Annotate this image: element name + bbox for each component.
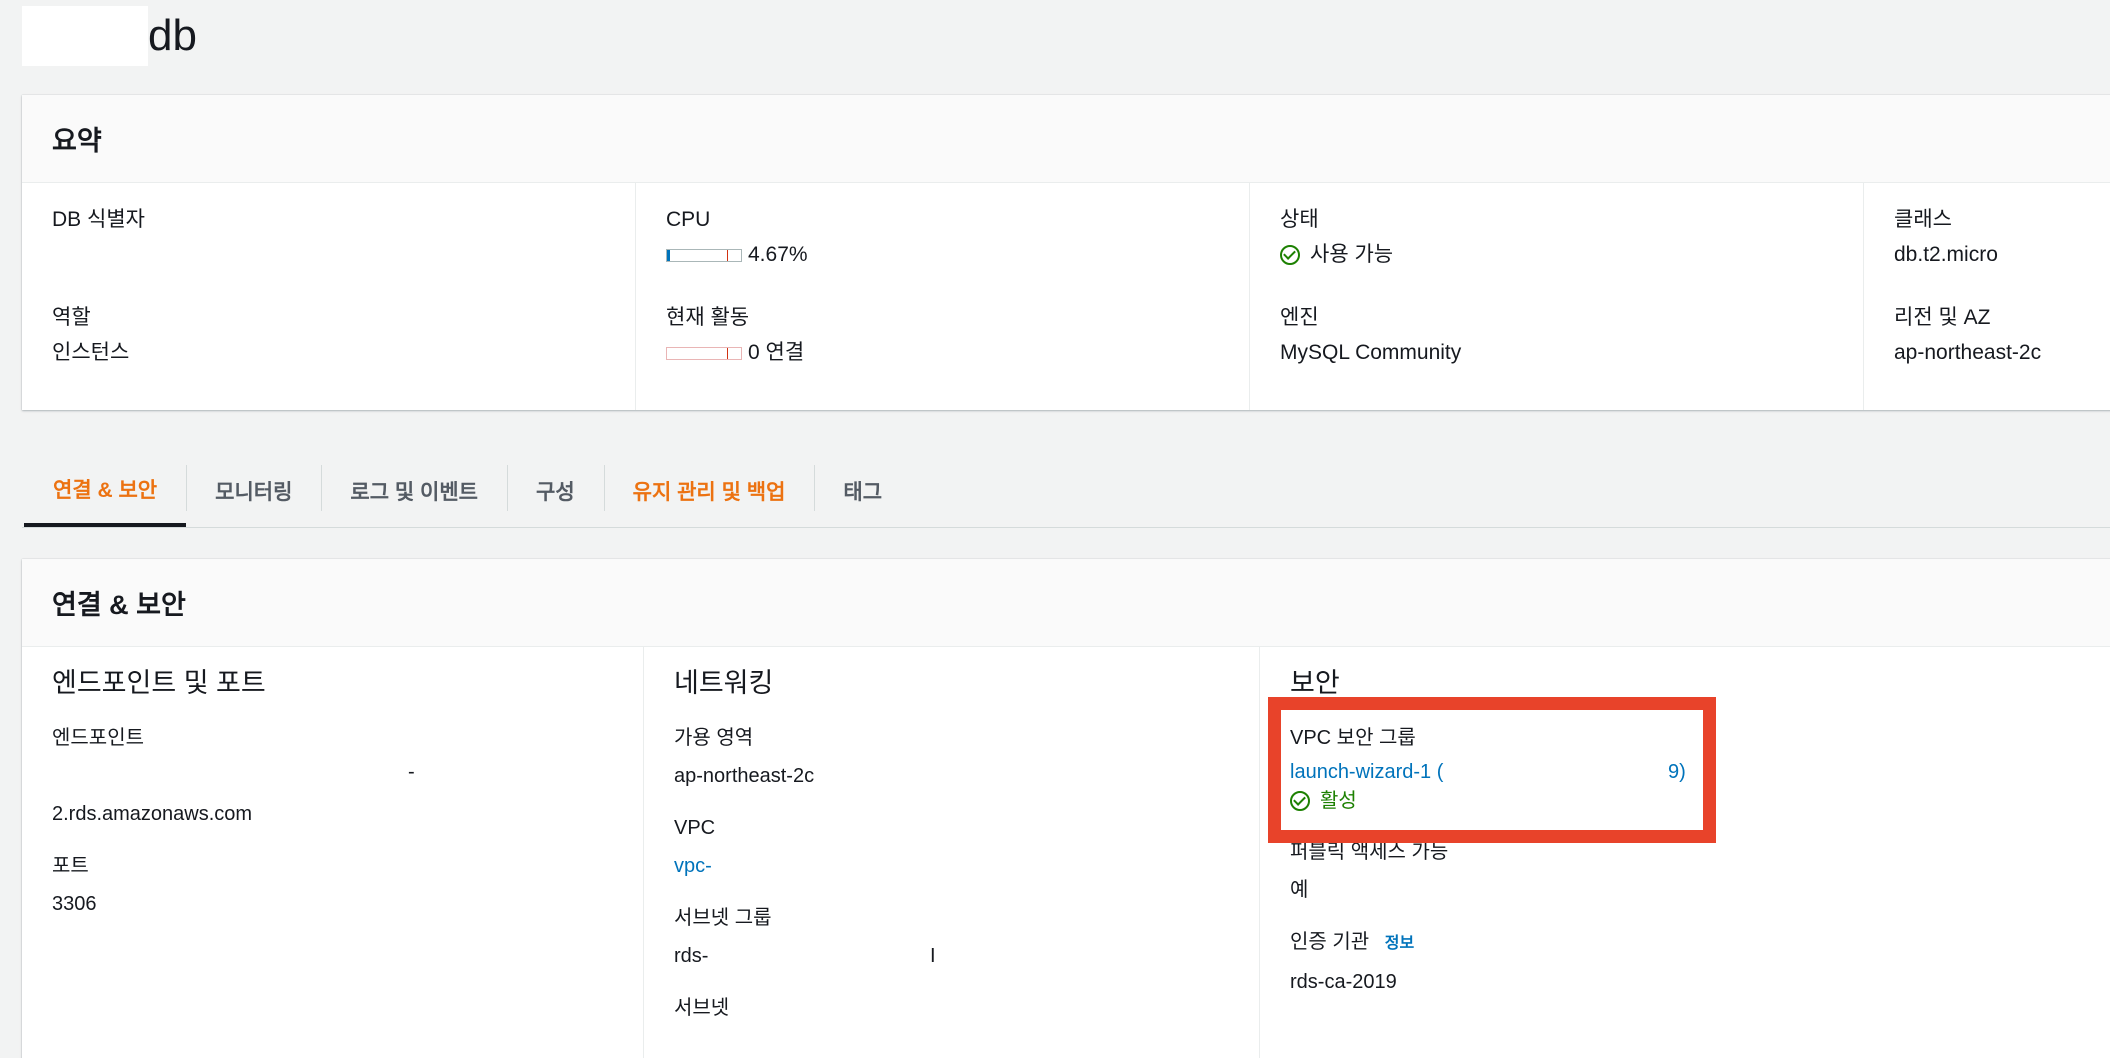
tab-monitoring[interactable]: 모니터링 (186, 455, 321, 527)
check-circle-icon (1290, 791, 1310, 811)
connectivity-title: 연결 & 보안 (52, 590, 186, 620)
security-title: 보안 (1290, 668, 1340, 698)
certificate-authority-value: rds-ca-2019 (1290, 971, 1397, 993)
summary-column-4: 클래스 db.t2.micro 리전 및 AZ ap-northeast-2c (1864, 183, 2110, 410)
tab-connectivity-security[interactable]: 연결 & 보안 (24, 455, 187, 527)
region-az-field: 리전 및 AZ ap-northeast-2c (1894, 303, 2110, 373)
class-value: db.t2.micro (1894, 243, 1998, 266)
connections-bar (666, 346, 742, 360)
status-value: 사용 가능 (1310, 243, 1394, 266)
endpoint-port-title: 엔드포인트 및 포트 (52, 668, 266, 698)
summary-column-1: DB 식별자 역할 인스턴스 (22, 183, 636, 410)
port-label: 포트 (52, 855, 89, 877)
tab-configuration[interactable]: 구성 (507, 455, 604, 527)
cpu-value: 4.67% (748, 243, 808, 266)
security-group-status-text: 활성 (1320, 790, 1357, 812)
endpoint-field: 엔드포인트 - 2.rds.amazonaws.com (52, 723, 643, 829)
role-label: 역할 (52, 306, 91, 329)
current-activity-label: 현재 활동 (666, 306, 750, 329)
vpc-security-groups-label: VPC 보안 그룹 (1290, 727, 1416, 749)
subnet-group-field: 서브넷 그룹 rds- I (674, 903, 1259, 971)
certificate-authority-field: 인증 기관 정보 rds-ca-2019 (1290, 927, 2060, 997)
endpoint-dash: - (408, 761, 415, 783)
availability-zone-label: 가용 영역 (674, 727, 754, 749)
status-field: 상태 사용 가능 (1280, 205, 1863, 275)
vpc-label: VPC (674, 817, 716, 839)
subnet-group-label: 서브넷 그룹 (674, 907, 772, 929)
summary-column-3: 상태 사용 가능 엔진 MySQL Community (1250, 183, 1864, 410)
current-activity-value: 0 연결 (748, 341, 805, 364)
page-title: db (148, 11, 197, 60)
engine-label: 엔진 (1280, 306, 1319, 329)
vpc-field: VPC vpc- (674, 813, 1259, 881)
subnets-label: 서브넷 (674, 997, 730, 1019)
page-header: db (22, 6, 197, 66)
security-group-link[interactable]: launch-wizard-1 ( (1290, 761, 1443, 783)
connections-threshold-tick (727, 347, 728, 359)
tab-logs-events[interactable]: 로그 및 이벤트 (321, 455, 507, 527)
cpu-usage-bar-fill (667, 249, 671, 261)
tabs-divider (22, 527, 2110, 528)
class-field: 클래스 db.t2.micro (1894, 205, 2110, 275)
db-identifier-label: DB 식별자 (52, 208, 145, 231)
db-identifier-value (52, 235, 635, 275)
availability-zone-value: ap-northeast-2c (674, 765, 815, 787)
subnets-field: 서브넷 (674, 993, 1259, 1023)
connectivity-columns: 엔드포인트 및 포트 엔드포인트 - 2.rds.amazonaws.com 포… (22, 647, 2110, 1058)
summary-title: 요약 (52, 126, 102, 156)
vpc-link[interactable]: vpc- (674, 851, 1259, 881)
public-access-value: 예 (1290, 879, 1309, 901)
current-activity-field: 현재 활동 0 연결 (666, 303, 1249, 373)
subnet-group-value-tail: I (930, 945, 936, 967)
detail-tabs: 연결 & 보안 모니터링 로그 및 이벤트 구성 유지 관리 및 백업 태그 (24, 455, 911, 527)
engine-field: 엔진 MySQL Community (1280, 303, 1863, 373)
endpoint-value-line1: - (52, 761, 643, 791)
db-identifier-field: DB 식별자 (52, 205, 635, 275)
region-az-label: 리전 및 AZ (1894, 306, 1991, 329)
endpoint-label: 엔드포인트 (52, 727, 144, 749)
cpu-field: CPU 4.67% (666, 205, 1249, 275)
subnet-group-value: rds- (674, 945, 709, 967)
check-circle-icon (1280, 245, 1300, 265)
port-field: 포트 3306 (52, 851, 643, 919)
certificate-authority-label: 인증 기관 (1290, 931, 1370, 953)
cpu-label: CPU (666, 208, 711, 231)
region-az-value: ap-northeast-2c (1894, 341, 2042, 364)
summary-header: 요약 (22, 95, 2110, 183)
redacted-region (22, 6, 148, 66)
connectivity-security-panel: 연결 & 보안 엔드포인트 및 포트 엔드포인트 - 2.rds.amazona… (22, 559, 2110, 1058)
role-value: 인스턴스 (52, 341, 130, 364)
summary-column-2: CPU 4.67% 현재 활동 0 연결 (636, 183, 1250, 410)
endpoint-port-column: 엔드포인트 및 포트 엔드포인트 - 2.rds.amazonaws.com 포… (22, 647, 644, 1058)
availability-zone-field: 가용 영역 ap-northeast-2c (674, 723, 1259, 791)
connectivity-header: 연결 & 보안 (22, 559, 2110, 647)
networking-column: 네트워킹 가용 영역 ap-northeast-2c VPC vpc- 서브넷 … (644, 647, 1260, 1058)
class-label: 클래스 (1894, 208, 1952, 231)
vpc-security-groups-field: VPC 보안 그룹 launch-wizard-1 ( 9) 활성 (1290, 723, 2060, 815)
port-value: 3306 (52, 893, 97, 915)
cpu-usage-bar (666, 248, 742, 262)
role-field: 역할 인스턴스 (52, 303, 635, 373)
summary-grid: DB 식별자 역할 인스턴스 CPU 4.67% 현재 활동 0 연결 상태 사… (22, 183, 2110, 410)
cpu-threshold-tick (727, 249, 728, 261)
engine-value: MySQL Community (1280, 341, 1462, 364)
certificate-authority-info-link[interactable]: 정보 (1385, 935, 1414, 952)
public-access-field: 퍼블릭 액세스 가능 예 (1290, 837, 2060, 905)
security-group-link-end[interactable]: 9) (1668, 757, 1686, 787)
public-access-label: 퍼블릭 액세스 가능 (1290, 841, 1449, 863)
security-column: 보안 VPC 보안 그룹 launch-wizard-1 ( 9) 활성 퍼블릭… (1260, 647, 2060, 1058)
security-group-status: 활성 (1290, 787, 2060, 815)
summary-panel: 요약 DB 식별자 역할 인스턴스 CPU 4.67% 현재 활동 0 연결 상… (22, 95, 2110, 410)
rds-database-detail-page: db 요약 DB 식별자 역할 인스턴스 CPU 4.67% 현재 활동 0 연… (0, 0, 2110, 1058)
status-label: 상태 (1280, 208, 1319, 231)
tab-tags[interactable]: 태그 (814, 455, 911, 527)
tab-maintenance-backups[interactable]: 유지 관리 및 백업 (603, 455, 815, 527)
networking-title: 네트워킹 (674, 668, 774, 698)
endpoint-value-line2: 2.rds.amazonaws.com (52, 803, 253, 825)
